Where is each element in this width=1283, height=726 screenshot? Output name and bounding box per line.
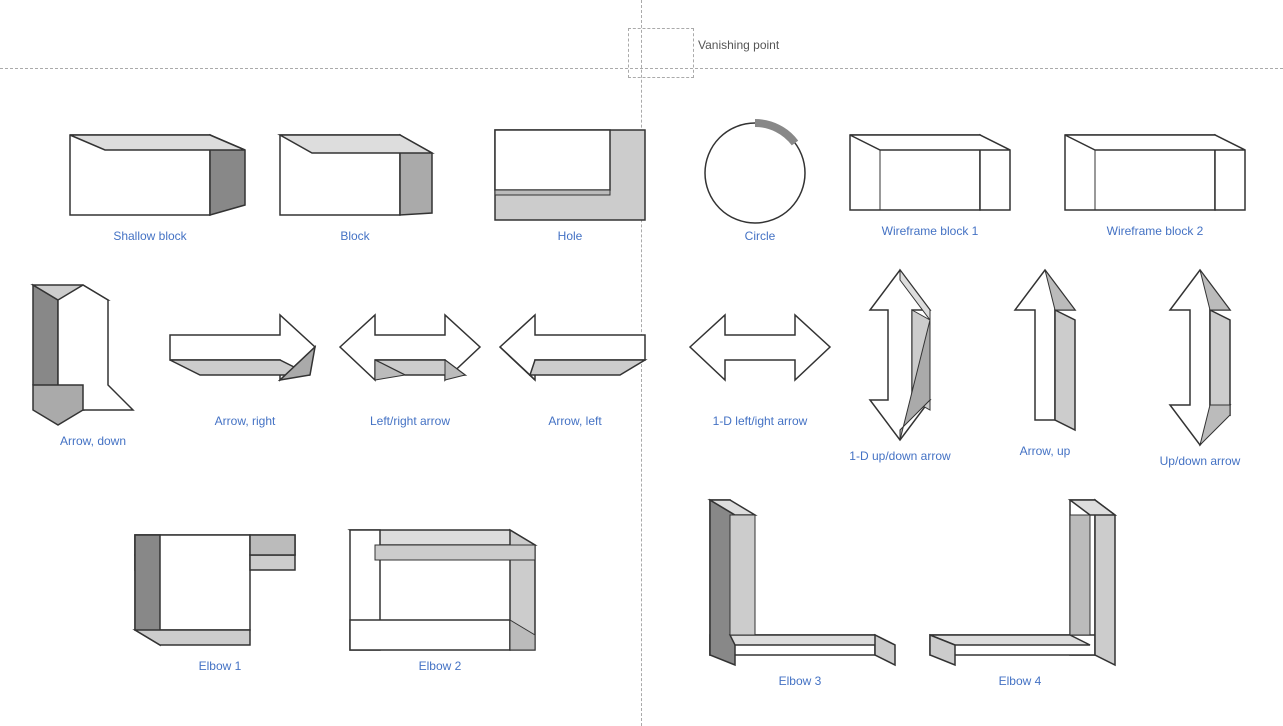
shape-circle[interactable]: Circle bbox=[700, 115, 820, 243]
elbow-4-label: Elbow 4 bbox=[920, 674, 1120, 688]
shape-1d-leftright-arrow[interactable]: 1-D left/ight arrow bbox=[675, 290, 845, 428]
arrow-left-label: Arrow, left bbox=[490, 414, 660, 428]
elbow-3-label: Elbow 3 bbox=[700, 674, 900, 688]
circle-label: Circle bbox=[700, 229, 820, 243]
shape-elbow-4[interactable]: Elbow 4 bbox=[920, 470, 1120, 688]
elbow-1-label: Elbow 1 bbox=[120, 659, 320, 673]
arrow-right-label: Arrow, right bbox=[160, 414, 330, 428]
shape-elbow-3[interactable]: Elbow 3 bbox=[700, 470, 900, 688]
wireframe-block-1-label: Wireframe block 1 bbox=[840, 224, 1020, 238]
shape-leftright-arrow[interactable]: Left/right arrow bbox=[325, 290, 495, 428]
shape-shallow-block[interactable]: Shallow block bbox=[50, 125, 250, 243]
shape-arrow-right[interactable]: Arrow, right bbox=[160, 290, 330, 428]
shape-updown-arrow[interactable]: Up/down arrow bbox=[1135, 265, 1265, 468]
arrow-down-label: Arrow, down bbox=[28, 434, 158, 448]
shape-arrow-up[interactable]: Arrow, up bbox=[980, 265, 1110, 458]
leftright-arrow-label: Left/right arrow bbox=[325, 414, 495, 428]
wireframe-block-2-label: Wireframe block 2 bbox=[1055, 224, 1255, 238]
elbow-2-label: Elbow 2 bbox=[340, 659, 540, 673]
vanishing-point-label: Vanishing point bbox=[698, 38, 779, 52]
shape-1d-updown-arrow[interactable]: 1-D up/down arrow bbox=[840, 265, 960, 463]
shape-elbow-1[interactable]: Elbow 1 bbox=[120, 475, 320, 673]
shape-arrow-down[interactable]: Arrow, down bbox=[28, 275, 158, 448]
shape-block[interactable]: Block bbox=[270, 125, 440, 243]
arrow-up-label: Arrow, up bbox=[980, 444, 1110, 458]
vanishing-point-box bbox=[628, 28, 694, 78]
shape-wireframe-block-1[interactable]: Wireframe block 1 bbox=[840, 120, 1020, 238]
shallow-block-label: Shallow block bbox=[50, 229, 250, 243]
1d-leftright-arrow-label: 1-D left/ight arrow bbox=[675, 414, 845, 428]
hole-label: Hole bbox=[490, 229, 650, 243]
shape-hole[interactable]: Hole bbox=[490, 125, 650, 243]
1d-updown-arrow-label: 1-D up/down arrow bbox=[840, 449, 960, 463]
shape-wireframe-block-2[interactable]: Wireframe block 2 bbox=[1055, 120, 1255, 238]
shape-arrow-left[interactable]: Arrow, left bbox=[490, 290, 660, 428]
updown-arrow-label: Up/down arrow bbox=[1135, 454, 1265, 468]
block-label: Block bbox=[270, 229, 440, 243]
shape-elbow-2[interactable]: Elbow 2 bbox=[340, 475, 540, 673]
